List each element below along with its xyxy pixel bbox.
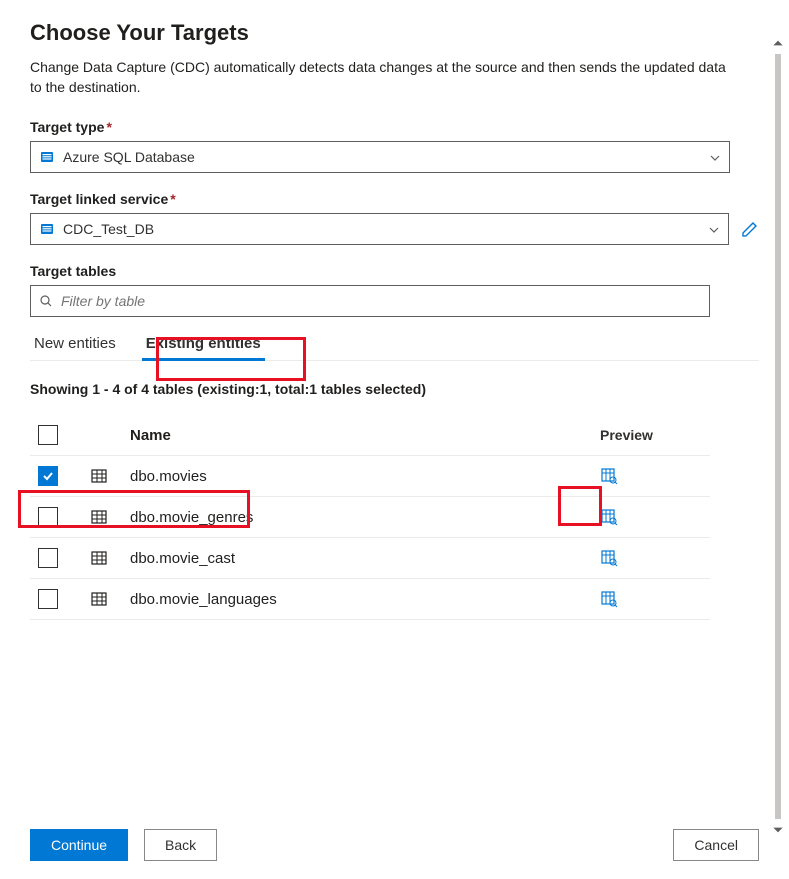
row-checkbox[interactable]	[38, 589, 58, 609]
preview-icon[interactable]	[600, 549, 618, 567]
column-preview-header: Preview	[600, 427, 710, 443]
table-row[interactable]: dbo.movies	[30, 456, 710, 497]
row-checkbox[interactable]	[38, 507, 58, 527]
linked-service-value: CDC_Test_DB	[63, 221, 700, 237]
back-button[interactable]: Back	[144, 829, 217, 861]
table-icon	[90, 549, 108, 567]
tab-new-entities[interactable]: New entities	[30, 325, 120, 360]
scroll-up-icon[interactable]	[771, 36, 785, 50]
azure-sql-icon	[39, 221, 55, 237]
tables-list: Name Preview dbo.movies dbo.movie_genres…	[30, 415, 710, 620]
row-checkbox[interactable]	[38, 466, 58, 486]
table-header: Name Preview	[30, 415, 710, 456]
scrollbar[interactable]	[775, 54, 781, 819]
table-icon	[90, 467, 108, 485]
preview-icon[interactable]	[600, 467, 618, 485]
summary-text: Showing 1 - 4 of 4 tables (existing:1, t…	[30, 381, 759, 397]
filter-search-box[interactable]	[30, 285, 710, 317]
continue-button[interactable]: Continue	[30, 829, 128, 861]
cancel-button[interactable]: Cancel	[673, 829, 759, 861]
chevron-down-icon	[708, 223, 720, 235]
row-name: dbo.movie_cast	[130, 550, 600, 567]
edit-icon[interactable]	[741, 220, 759, 238]
column-name-header: Name	[130, 427, 600, 444]
row-checkbox[interactable]	[38, 548, 58, 568]
target-tables-label: Target tables	[30, 263, 759, 279]
select-all-checkbox[interactable]	[38, 425, 58, 445]
footer-bar: Continue Back Cancel	[0, 814, 789, 879]
target-type-value: Azure SQL Database	[63, 149, 701, 165]
filter-input[interactable]	[61, 293, 701, 309]
table-icon	[90, 508, 108, 526]
table-row[interactable]: dbo.movie_languages	[30, 579, 710, 620]
linked-service-label: Target linked service*	[30, 191, 759, 207]
preview-icon[interactable]	[600, 590, 618, 608]
required-indicator: *	[106, 119, 111, 135]
row-name: dbo.movies	[130, 468, 600, 485]
preview-icon[interactable]	[600, 508, 618, 526]
row-name: dbo.movie_languages	[130, 591, 600, 608]
page-description: Change Data Capture (CDC) automatically …	[30, 58, 730, 97]
page-title: Choose Your Targets	[30, 20, 759, 46]
linked-service-select[interactable]: CDC_Test_DB	[30, 213, 729, 245]
target-type-select[interactable]: Azure SQL Database	[30, 141, 730, 173]
tab-existing-entities[interactable]: Existing entities	[142, 325, 265, 360]
table-icon	[90, 590, 108, 608]
target-type-label: Target type*	[30, 119, 759, 135]
required-indicator: *	[170, 191, 175, 207]
table-row[interactable]: dbo.movie_genres	[30, 497, 710, 538]
row-name: dbo.movie_genres	[130, 509, 600, 526]
chevron-down-icon	[709, 151, 721, 163]
azure-sql-icon	[39, 149, 55, 165]
table-row[interactable]: dbo.movie_cast	[30, 538, 710, 579]
scroll-down-icon[interactable]	[771, 823, 785, 837]
search-icon	[39, 294, 53, 308]
